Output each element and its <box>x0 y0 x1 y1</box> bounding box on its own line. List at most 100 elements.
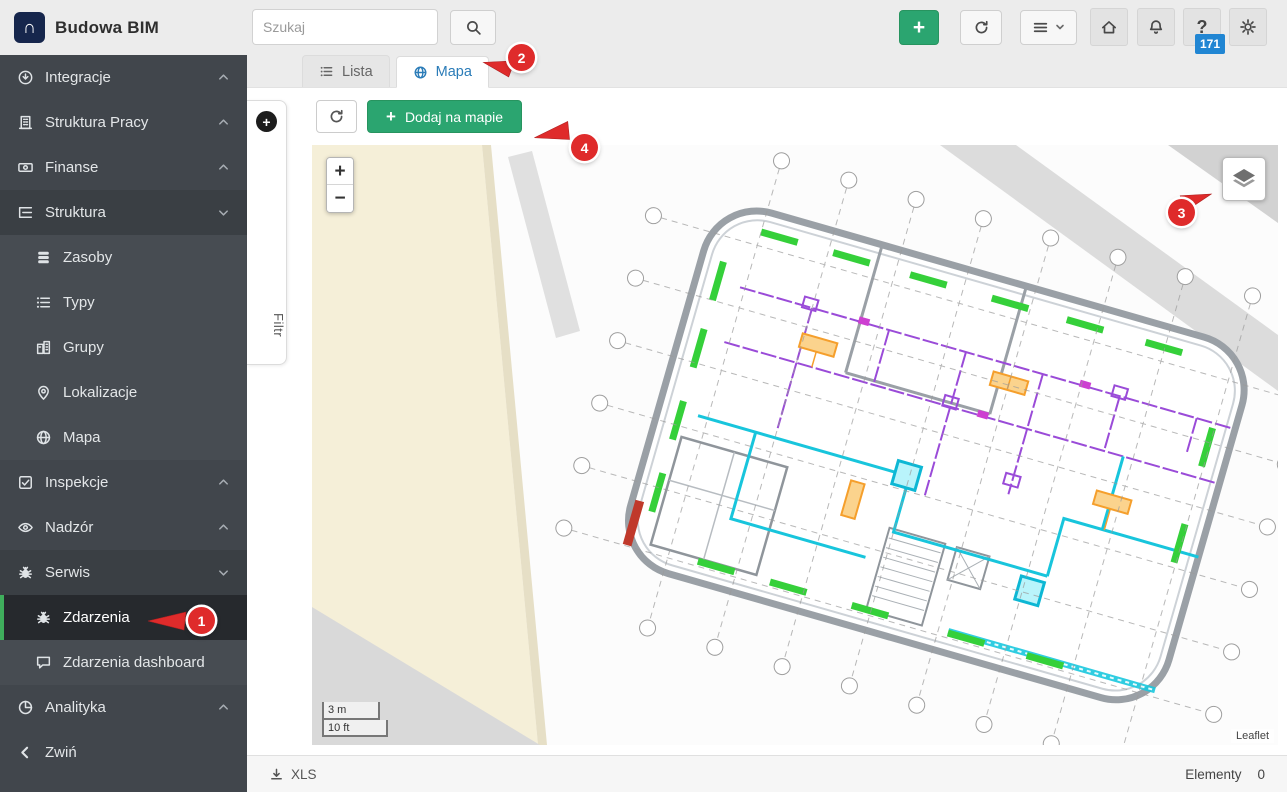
sidebar-item-lokalizacje[interactable]: Lokalizacje <box>0 370 247 415</box>
sidebar-item-label: Lokalizacje <box>63 384 137 401</box>
sidebar-item-struktura[interactable]: Struktura <box>0 190 247 235</box>
export-xls-label: XLS <box>291 767 317 782</box>
sidebar-item-mapa[interactable]: Mapa <box>0 415 247 460</box>
annotation-arrow-icon <box>148 611 186 631</box>
search-input[interactable] <box>252 9 438 45</box>
chevron-up-icon <box>217 161 231 175</box>
plus-icon: + <box>262 114 270 130</box>
leaflet-attribution-link[interactable]: Leaflet <box>1231 729 1274 743</box>
export-xls-button[interactable]: XLS <box>269 767 317 782</box>
money-icon <box>16 159 34 177</box>
sidebar: ∩ Budowa BIM Integracje Struktura Pracy … <box>0 0 247 792</box>
create-button[interactable]: + <box>899 10 939 45</box>
annotation-badge: 3 <box>1168 199 1195 226</box>
analytics-pie-icon <box>16 699 34 717</box>
list-icon <box>34 294 52 312</box>
sidebar-item-label: Mapa <box>63 429 101 446</box>
sidebar-item-label: Integracje <box>45 69 111 86</box>
gear-icon <box>1239 18 1257 36</box>
filter-panel-tab[interactable]: + Filtr <box>247 100 287 365</box>
bug-icon <box>16 564 34 582</box>
location-pin-icon <box>34 384 52 402</box>
sidebar-item-label: Serwis <box>45 564 90 581</box>
tab-label: Lista <box>342 64 373 80</box>
map-scale-control: 3 m 10 ft <box>322 702 388 737</box>
settings-button[interactable] <box>1229 8 1267 46</box>
menu-button[interactable] <box>1020 10 1077 45</box>
sidebar-item-label: Zwiń <box>45 744 77 761</box>
tab-lista[interactable]: Lista <box>302 55 390 87</box>
comment-icon <box>34 654 52 672</box>
elements-label: Elementy <box>1185 767 1241 782</box>
notifications-button[interactable] <box>1137 8 1175 46</box>
annotation-1: 1 <box>146 604 222 638</box>
sidebar-item-analityka[interactable]: Analityka <box>0 685 247 730</box>
list-icon <box>319 64 334 79</box>
status-bar: XLS Elementy 0 <box>247 755 1287 792</box>
sidebar-item-nadzor[interactable]: Nadzór <box>0 505 247 550</box>
annotation-badge: 4 <box>571 134 598 161</box>
annotation-arrow-icon <box>534 124 570 144</box>
eye-icon <box>16 519 34 537</box>
annotation-3: 3 <box>1162 186 1222 232</box>
topbar-refresh-button[interactable] <box>960 10 1002 45</box>
add-on-map-label: Dodaj na mapie <box>405 109 503 125</box>
map[interactable]: + − 3 m 10 ft Leaflet <box>312 145 1278 745</box>
sidebar-item-typy[interactable]: Typy <box>0 280 247 325</box>
elements-counter: Elementy 0 <box>1185 767 1265 782</box>
hamburger-icon <box>1032 19 1049 36</box>
refresh-button[interactable] <box>316 100 357 133</box>
filter-label: Filtr <box>247 304 286 346</box>
tab-strip: Lista Mapa <box>247 55 1287 88</box>
tab-mapa[interactable]: Mapa <box>396 56 489 88</box>
globe-icon <box>34 429 52 447</box>
sidebar-item-grupy[interactable]: Grupy <box>0 325 247 370</box>
sidebar-item-finanse[interactable]: Finanse <box>0 145 247 190</box>
map-toolbar: + Dodaj na mapie <box>316 100 522 133</box>
organization-icon <box>16 114 34 132</box>
plus-icon: + <box>386 108 396 125</box>
sidebar-item-zdarzenia-dashboard[interactable]: Zdarzenia dashboard <box>0 640 247 685</box>
refresh-icon <box>328 108 345 125</box>
sidebar-item-serwis[interactable]: Serwis <box>0 550 247 595</box>
structure-tree-icon <box>16 204 34 222</box>
app-logo: ∩ <box>14 12 45 43</box>
add-on-map-button[interactable]: + Dodaj na mapie <box>367 100 522 133</box>
sidebar-item-label: Zdarzenia <box>63 609 130 626</box>
bug-icon <box>34 609 52 627</box>
sidebar-item-inspekcje[interactable]: Inspekcje <box>0 460 247 505</box>
layers-control-button[interactable] <box>1222 157 1266 201</box>
search-icon <box>465 19 482 36</box>
app-title: Budowa BIM <box>55 18 159 38</box>
chevron-left-icon <box>16 744 34 762</box>
sidebar-item-zasoby[interactable]: Zasoby <box>0 235 247 280</box>
download-icon <box>269 767 284 782</box>
sidebar-item-label: Typy <box>63 294 95 311</box>
chevron-down-icon <box>1055 20 1065 35</box>
sidebar-item-label: Zasoby <box>63 249 112 266</box>
home-icon <box>1100 18 1118 36</box>
sidebar-collapse-button[interactable]: Zwiń <box>0 730 247 775</box>
chevron-up-icon <box>217 116 231 130</box>
integrations-icon <box>16 69 34 87</box>
annotation-2: 2 <box>483 41 553 81</box>
zoom-out-button[interactable]: − <box>327 185 353 212</box>
elements-count: 0 <box>1257 767 1265 782</box>
sidebar-item-label: Grupy <box>63 339 104 356</box>
chevron-up-icon <box>217 476 231 490</box>
sidebar-item-label: Finanse <box>45 159 98 176</box>
sidebar-item-struktura-pracy[interactable]: Struktura Pracy <box>0 100 247 145</box>
sidebar-item-label: Struktura Pracy <box>45 114 148 131</box>
sidebar-item-label: Nadzór <box>45 519 93 536</box>
annotation-badge: 2 <box>508 44 535 71</box>
zoom-in-button[interactable]: + <box>327 158 353 185</box>
add-filter-button[interactable]: + <box>256 111 277 132</box>
search-button[interactable] <box>450 10 496 45</box>
map-zoom-control: + − <box>326 157 354 213</box>
home-button[interactable] <box>1090 8 1128 46</box>
sidebar-menu: Integracje Struktura Pracy Finanse Struk… <box>0 55 247 775</box>
sidebar-item-integracje[interactable]: Integracje <box>0 55 247 100</box>
sidebar-item-label: Inspekcje <box>45 474 108 491</box>
check-square-icon <box>16 474 34 492</box>
chevron-up-icon <box>217 521 231 535</box>
